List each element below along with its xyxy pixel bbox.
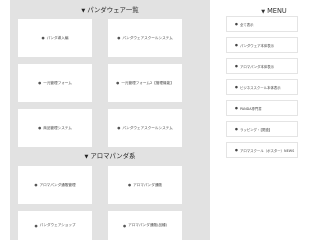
product-card[interactable]: ● 一元管理フォーム <box>18 64 92 102</box>
sidebar-title-label: MENU <box>267 7 287 15</box>
sidebar-item[interactable]: ● アロマパンダ本体表示 <box>226 58 298 74</box>
product-card[interactable]: ● パンダウェアショップ <box>18 211 92 240</box>
bullet-icon: ● <box>34 183 38 187</box>
product-card-label: パンダウェアスクールシステム <box>122 35 173 40</box>
section-title-aroma-panda[interactable]: ▼ アロマパンダ系 <box>10 151 210 160</box>
bullet-icon: ● <box>235 127 238 131</box>
bullet-icon: ● <box>41 36 45 40</box>
sidebar-item-label: ラッピング・【関連】 <box>239 127 273 132</box>
sidebar-item-label: PANDA専門書 <box>239 106 262 111</box>
product-card-label: アロマパンダ通販 <box>133 182 163 187</box>
bullet-icon: ● <box>235 22 238 26</box>
sidebar-item[interactable]: ● ビジネススクール本体表示 <box>226 79 298 95</box>
product-card-label: パンダウェアショップ <box>39 223 76 227</box>
bullet-icon: ● <box>117 36 121 40</box>
sidebar: ▼ MENU ● 全て表示 ● パンダウェア本体表示 ● アロマパンダ本体表示 ● ビジネ… <box>224 0 308 240</box>
product-card[interactable]: ● パンダ導入編 <box>18 19 92 57</box>
section-title-label: アロマパンダ系 <box>90 152 136 160</box>
product-card-label: 商品管理システム <box>43 125 72 130</box>
triangle-down-icon: ▼ <box>261 9 266 15</box>
product-card[interactable]: ● アロマパンダ通販管理 <box>18 166 92 204</box>
sidebar-item-label: 全て表示 <box>239 22 254 27</box>
sidebar-item[interactable]: ● 全て表示 <box>226 16 298 32</box>
bullet-icon: ● <box>235 43 238 47</box>
product-card-label: アロマパンダ通販(品種) <box>128 223 168 227</box>
product-card[interactable]: ● パンダウェアスクールシステム <box>108 19 182 57</box>
bullet-icon: ● <box>122 223 127 228</box>
section-title-panda-wares[interactable]: ▼ パンダウェア一覧 <box>10 5 210 14</box>
product-card[interactable]: ● 一元管理フォーム2【管理機能】 <box>108 64 182 102</box>
bullet-icon: ● <box>235 148 238 152</box>
product-card-label: パンダウェアスクールシステム <box>122 125 173 130</box>
product-card[interactable]: ● パンダウェアスクールシステム <box>108 109 182 147</box>
bullet-icon: ● <box>235 106 238 110</box>
sidebar-item[interactable]: ● パンダウェア本体表示 <box>226 37 298 53</box>
product-card[interactable]: ● 商品管理システム <box>18 109 92 147</box>
bullet-icon: ● <box>116 81 120 85</box>
sidebar-item-label: アロマスクール（ポスター）NEWS <box>239 148 295 153</box>
product-card[interactable]: ● アロマパンダ通販 <box>108 166 182 204</box>
product-card-label: 一元管理フォーム2【管理機能】 <box>121 80 174 85</box>
sidebar-item[interactable]: ● アロマスクール（ポスター）NEWS <box>226 142 298 158</box>
sidebar-title: ▼ MENU <box>224 7 320 15</box>
sidebar-item-label: アロマパンダ本体表示 <box>239 64 275 69</box>
bullet-icon: ● <box>117 126 121 130</box>
product-card-label: 一元管理フォーム <box>43 80 72 85</box>
sidebar-item[interactable]: ● PANDA専門書 <box>226 100 298 116</box>
sidebar-item-label: ビジネススクール本体表示 <box>239 85 281 90</box>
bullet-icon: ● <box>38 81 42 85</box>
bullet-icon: ● <box>235 64 238 68</box>
triangle-down-icon: ▼ <box>81 8 86 14</box>
bullet-icon: ● <box>34 223 38 228</box>
bullet-icon: ● <box>235 85 238 89</box>
bullet-icon: ● <box>127 183 132 187</box>
bullet-icon: ● <box>38 126 42 130</box>
sidebar-item[interactable]: ● ラッピング・【関連】 <box>226 121 298 137</box>
sidebar-item-label: パンダウェア本体表示 <box>239 43 275 48</box>
triangle-down-icon: ▼ <box>84 154 89 160</box>
product-card-label: アロマパンダ通販管理 <box>39 182 76 187</box>
main-content: ▼ パンダウェア一覧 ● パンダ導入編 ● パンダウェアスクールシステム ● 一元管理フ… <box>10 0 210 240</box>
product-card[interactable]: ● アロマパンダ通販(品種) <box>108 211 182 240</box>
section-title-label: パンダウェア一覧 <box>87 6 139 14</box>
product-card-label: パンダ導入編 <box>46 35 69 40</box>
